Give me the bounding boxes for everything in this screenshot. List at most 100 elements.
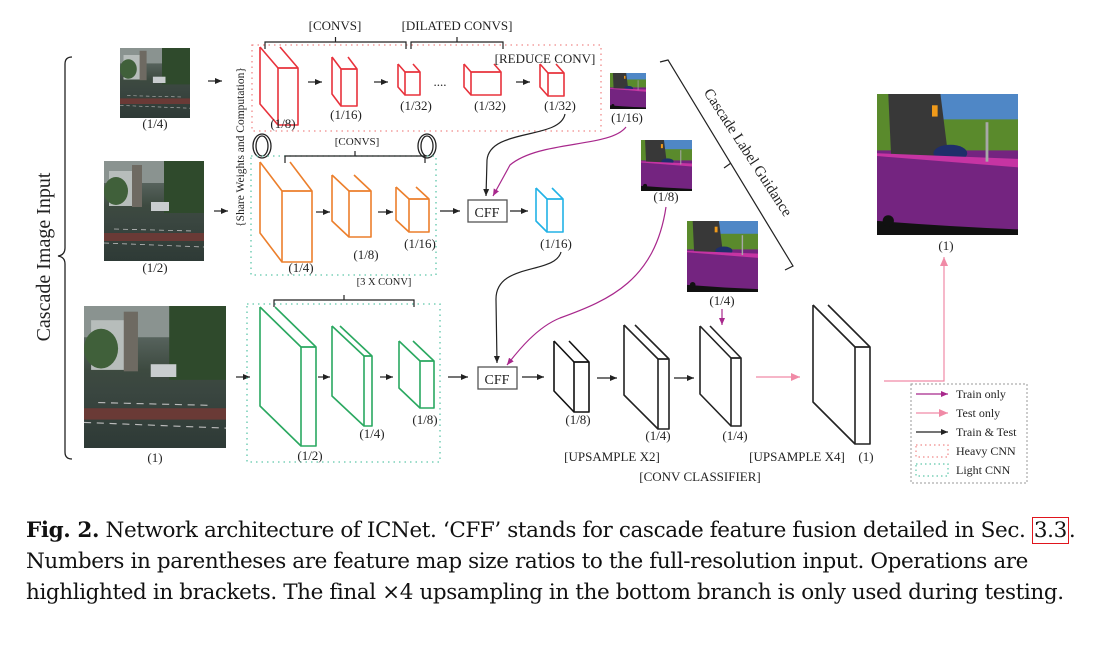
box-front-face [340, 68, 358, 107]
ratio-bot-1-2: (1/2) [297, 448, 322, 463]
feature-map-top-1-32-b [463, 63, 502, 96]
input-half-ratio: (1/2) [142, 260, 167, 275]
box-front-face [657, 358, 670, 430]
light-cnn-region [246, 303, 441, 463]
share-weights-label: {Share Weights and Computation} [235, 67, 247, 227]
box-top-edge [331, 325, 372, 357]
input-image-full-content [83, 305, 227, 449]
feature-map-dec-full [812, 304, 871, 445]
box-front-face [404, 71, 421, 96]
ratio-top-1-16: (1/16) [330, 107, 362, 122]
ratio-label-1-8: (1/8) [653, 189, 678, 204]
box-depth-edge [339, 325, 373, 357]
ratio-top-1-8: (1/8) [270, 116, 295, 131]
box-depth-edge [551, 187, 564, 200]
input-image-half-content [103, 160, 205, 262]
figure-caption: Fig. 2. Network architecture of ICNet. ‘… [26, 515, 1076, 608]
box-front-face [281, 190, 313, 263]
bracket-3x-conv [273, 295, 415, 307]
ratio-output-full: (1) [938, 238, 953, 253]
cycle-ellipse-inner [255, 135, 269, 157]
box-front-face [348, 190, 372, 238]
legend: Train only Test only Train & Test Heavy CNN… [910, 383, 1028, 484]
legend-label: Light CNN [956, 463, 1011, 477]
ratio-dec-full: (1) [858, 449, 873, 464]
box-top-edge [623, 324, 669, 360]
box-top-edge [699, 325, 741, 359]
input-full-ratio: (1) [147, 450, 162, 465]
box-depth-edge [415, 186, 430, 200]
box-depth-edge [353, 174, 372, 192]
box-left-edge [331, 175, 350, 238]
section-reference-link[interactable]: 3.3 [1031, 517, 1069, 544]
box-top-edge [259, 161, 312, 192]
box-front-face [546, 198, 564, 233]
figure-label: Fig. 2. [26, 518, 100, 543]
op-upsample-x4: [UPSAMPLE X4] [749, 449, 845, 464]
caption-text-part-1: Network architecture of ICNet. ‘CFF’ sta… [99, 518, 1032, 543]
label-map-1-4-content [686, 220, 759, 293]
box-front-face [470, 71, 502, 96]
box-front-face [573, 361, 590, 413]
legend-label: Train & Test [956, 425, 1017, 439]
op-dilated-convs: [DILATED CONVS] [402, 18, 513, 33]
label-map-1-8 [640, 139, 693, 192]
op-convs-middle: [CONVS] [335, 136, 380, 148]
box-depth-edge [279, 46, 299, 69]
feature-map-bot-1-8 [398, 340, 435, 409]
ratio-label-1-16: (1/16) [611, 110, 643, 125]
feature-map-top-1-32-a [397, 63, 421, 96]
input-image-quarter-content [119, 47, 191, 119]
ratio-top-1-32-c: (1/32) [544, 98, 576, 113]
ratio-mid-1-8: (1/8) [353, 247, 378, 262]
share-weights-cycle-icon-2 [417, 133, 437, 159]
cff-bottom-label: CFF [485, 373, 510, 388]
ratio-top-1-32-a: (1/32) [400, 98, 432, 113]
box-front-face [730, 357, 742, 427]
arrow-final-output-test [884, 257, 948, 382]
box-top-edge [535, 187, 563, 200]
ellipsis-dilated: .... [434, 74, 447, 89]
ratio-mid-1-16: (1/16) [404, 236, 436, 251]
feature-map-dec-1-4-a [623, 324, 670, 430]
feature-map-dec-1-8 [553, 340, 590, 413]
legend-label: Train only [956, 387, 1006, 401]
box-depth-edge [289, 161, 313, 192]
box-front-face [547, 72, 565, 97]
feature-map-mid-1-8 [331, 174, 372, 238]
box-top-edge [259, 306, 316, 348]
output-segmentation-map-content [875, 92, 1020, 237]
ratio-dec-1-8: (1/8) [565, 412, 590, 427]
feature-map-cff-mid-1-16 [535, 187, 564, 233]
cycle-ellipse-inner [420, 135, 434, 157]
feature-map-top-1-8 [259, 46, 299, 126]
feature-map-top-1-16 [331, 56, 358, 107]
icnet-architecture-diagram: Cascade Image Input (1/4) (1/2) (1) {Share W… [33, 18, 1028, 484]
cascade-input-brace [57, 56, 73, 460]
legend-label: Test only [956, 406, 1000, 420]
cascade-image-input-label: Cascade Image Input [33, 172, 55, 341]
output-segmentation-map [875, 92, 1020, 237]
label-map-1-16 [609, 72, 647, 110]
feature-map-top-1-32-c [539, 63, 565, 97]
input-image-full [83, 305, 227, 449]
feature-map-mid-1-4 [259, 161, 313, 263]
ratio-dec-1-4-a: (1/4) [645, 428, 670, 443]
box-left-edge [331, 57, 342, 107]
box-front-face [300, 346, 317, 447]
cascade-label-guidance-label: Cascade Label Guidance [700, 86, 795, 220]
ratio-cff-mid-1-16: (1/16) [540, 236, 572, 251]
box-top-edge [259, 46, 298, 69]
feature-map-dec-1-4-b [699, 325, 742, 427]
legend-label: Heavy CNN [956, 444, 1016, 458]
label-map-1-8-content [640, 139, 693, 192]
op-conv-classifier: [CONV CLASSIFIER] [639, 469, 760, 484]
box-depth-edge [347, 56, 358, 70]
ratio-bot-1-8: (1/8) [412, 412, 437, 427]
input-image-quarter [119, 47, 191, 119]
box-top-edge [331, 174, 371, 192]
box-front-face [408, 198, 430, 233]
ratio-bot-1-4: (1/4) [359, 426, 384, 441]
arrow-label-1-8-to-cff-bot [506, 206, 667, 366]
box-top-edge [395, 186, 429, 200]
